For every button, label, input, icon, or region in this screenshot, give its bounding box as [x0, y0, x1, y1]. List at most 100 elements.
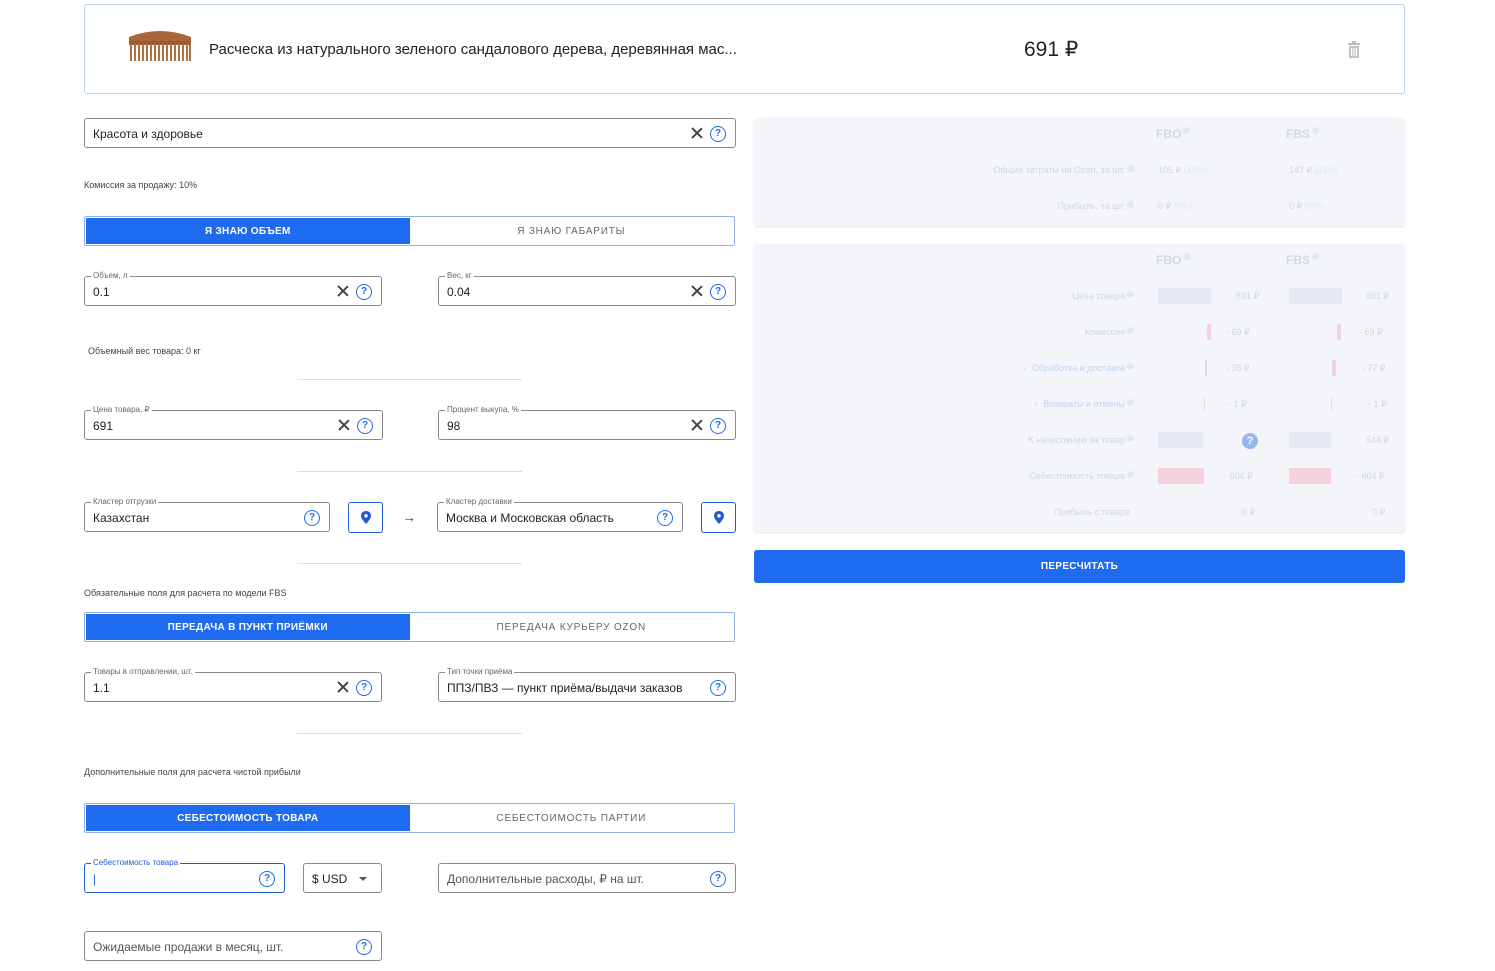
cost-field[interactable]: Себестоимость товара | ? — [84, 858, 285, 893]
product-card: Расческа из натурального зеленого сандал… — [84, 4, 1405, 94]
expected-sales-placeholder: Ожидаемые продажи в месяц, шт. — [93, 940, 284, 954]
ship-cluster-select[interactable]: Кластер отгрузки Казахстан ? — [84, 497, 330, 532]
fbs-bar — [1289, 432, 1331, 448]
buyout-field[interactable]: Процент выкупа, % 98 ? — [438, 405, 736, 440]
summary-col-fbs: FBS — [1286, 127, 1319, 141]
row-text: Цена товара — [1072, 291, 1125, 301]
info-icon[interactable] — [1183, 127, 1191, 134]
product-title[interactable]: Расческа из натурального зеленого сандал… — [209, 41, 737, 58]
delivery-cluster-select[interactable]: Кластер доставки Москва и Московская обл… — [437, 497, 683, 532]
info-icon[interactable] — [1127, 291, 1134, 298]
trash-icon[interactable] — [1347, 41, 1361, 58]
summary-row-label: Общие затраты на Ozon, за шт. — [754, 165, 1134, 175]
summary-row-text: Общие затраты на Ozon, за шт. — [993, 165, 1125, 175]
fbo-value: - 69 ₽ — [1226, 327, 1250, 337]
help-icon[interactable]: ? — [304, 510, 320, 526]
value-pct: (0%) — [1173, 201, 1193, 211]
clear-icon[interactable] — [337, 418, 351, 432]
fbs-note: Обязательные поля для расчета по модели … — [84, 588, 287, 598]
extra-costs-placeholder: Дополнительные расходы, ₽ на шт. — [447, 872, 644, 886]
value-pct: (21%) — [1314, 165, 1339, 175]
volume-field[interactable]: Объем, л 0.1 ? — [84, 271, 382, 306]
breakdown-row-label-expandable[interactable]: › Обработка и доставка — [754, 363, 1134, 373]
tab-cost-item[interactable]: СЕБЕСТОИМОСТЬ ТОВАРА — [86, 805, 410, 831]
fbs-bar — [1331, 396, 1332, 412]
delivery-cluster-value: Москва и Московская область — [446, 511, 614, 525]
summary-row-text: Прибыль, за шт. — [1057, 201, 1125, 211]
value-text: 147 ₽ — [1289, 165, 1313, 175]
info-icon[interactable] — [1127, 201, 1134, 208]
tab-cost-batch[interactable]: СЕБЕСТОИМОСТЬ ПАРТИИ — [410, 805, 734, 831]
weight-field[interactable]: Вес, кг 0.04 ? — [438, 271, 736, 306]
help-icon[interactable]: ? — [710, 126, 726, 142]
help-icon[interactable]: ? — [710, 418, 726, 434]
price-label: Цена товара, ₽ — [91, 405, 152, 415]
category-select[interactable]: Красота и здоровье ? — [84, 118, 736, 148]
help-icon[interactable]: ? — [657, 510, 673, 526]
info-icon[interactable] — [1127, 399, 1134, 406]
help-icon[interactable]: ? — [357, 418, 373, 434]
clear-icon[interactable] — [336, 284, 350, 298]
info-icon[interactable] — [1127, 471, 1134, 478]
fbo-bar — [1204, 396, 1205, 412]
expected-sales-field[interactable]: Ожидаемые продажи в месяц, шт. ? — [84, 931, 382, 961]
cost-value: | — [93, 872, 97, 886]
tab-know-volume[interactable]: Я ЗНАЮ ОБЪЕМ — [86, 218, 410, 244]
weight-label: Вес, кг — [445, 271, 474, 281]
items-in-shipment-field[interactable]: Товары в отправлении, шт. 1.1 ? — [84, 667, 382, 702]
point-type-value: ППЗ/ПВЗ — пункт приёма/выдачи заказов — [447, 681, 683, 695]
help-icon[interactable]: ? — [356, 284, 372, 300]
tab-know-dimensions[interactable]: Я ЗНАЮ ГАБАРИТЫ — [410, 218, 734, 244]
help-icon[interactable]: ? — [710, 284, 726, 300]
summary-col-fbo-label: FBO — [1156, 127, 1182, 141]
summary-col-fbs-label: FBS — [1286, 127, 1310, 141]
divider — [297, 379, 522, 380]
info-icon[interactable] — [1312, 127, 1319, 134]
breakdown-col-fbo-label: FBO — [1156, 253, 1182, 267]
help-icon[interactable]: ? — [259, 871, 275, 887]
row-text: Обработка и доставка — [1031, 363, 1125, 373]
tab-transfer-point[interactable]: ПЕРЕДАЧА В ПУНКТ ПРИЁМКИ — [86, 614, 410, 640]
fbs-value: - 69 ₽ — [1359, 327, 1383, 337]
ship-cluster-label: Кластер отгрузки — [91, 497, 159, 507]
recalculate-button[interactable]: ПЕРЕСЧИТАТЬ — [754, 550, 1405, 583]
ship-cluster-value: Казахстан — [93, 511, 150, 525]
clear-icon[interactable] — [690, 418, 704, 432]
breakdown-row-label: Себестоимость товара — [754, 471, 1134, 481]
row-text: Возвраты и отмены — [1043, 399, 1125, 409]
delivery-map-button[interactable] — [701, 502, 736, 533]
help-icon[interactable]: ? — [710, 871, 726, 887]
clear-icon[interactable] — [336, 680, 350, 694]
price-field[interactable]: Цена товара, ₽ 691 ? — [84, 405, 383, 440]
info-icon[interactable] — [1127, 165, 1134, 172]
point-type-select[interactable]: Тип точки приёма ППЗ/ПВЗ — пункт приёма/… — [438, 667, 736, 702]
tab-transfer-courier[interactable]: ПЕРЕДАЧА КУРЬЕРУ OZON — [410, 614, 734, 640]
arrow-right-icon: → — [402, 509, 416, 525]
commission-note: Комиссия за продажу: 10% — [84, 180, 198, 190]
fbo-bar — [1207, 324, 1211, 340]
divider — [297, 733, 522, 734]
extra-costs-field[interactable]: Дополнительные расходы, ₽ на шт. ? — [438, 863, 736, 893]
currency-select[interactable]: $ USD — [303, 863, 382, 893]
value-text: 0 ₽ — [1158, 201, 1172, 211]
divider — [297, 471, 522, 472]
breakdown-row-label-expandable[interactable]: › Возвраты и отмены — [754, 399, 1134, 409]
info-icon[interactable] — [1127, 363, 1134, 370]
help-icon[interactable]: ? — [710, 680, 726, 696]
info-icon[interactable] — [1127, 327, 1134, 334]
info-icon[interactable] — [1183, 253, 1191, 260]
help-icon[interactable]: ? — [356, 939, 372, 955]
transfer-toggle: ПЕРЕДАЧА В ПУНКТ ПРИЁМКИ ПЕРЕДАЧА КУРЬЕР… — [84, 612, 735, 642]
fbs-bar — [1332, 360, 1336, 376]
clear-icon[interactable] — [690, 126, 704, 140]
help-icon[interactable]: ? — [1242, 433, 1258, 449]
help-icon[interactable]: ? — [356, 680, 372, 696]
info-icon[interactable] — [1127, 435, 1134, 442]
clear-icon[interactable] — [690, 284, 704, 298]
info-icon[interactable] — [1312, 253, 1319, 260]
fbo-value: 691 ₽ — [1236, 291, 1260, 301]
summary-fbo-value: 0 ₽ (0%) — [1158, 201, 1193, 212]
point-type-label: Тип точки приёма — [445, 667, 515, 677]
volume-label: Объем, л — [91, 271, 130, 281]
ship-map-button[interactable] — [348, 502, 383, 533]
